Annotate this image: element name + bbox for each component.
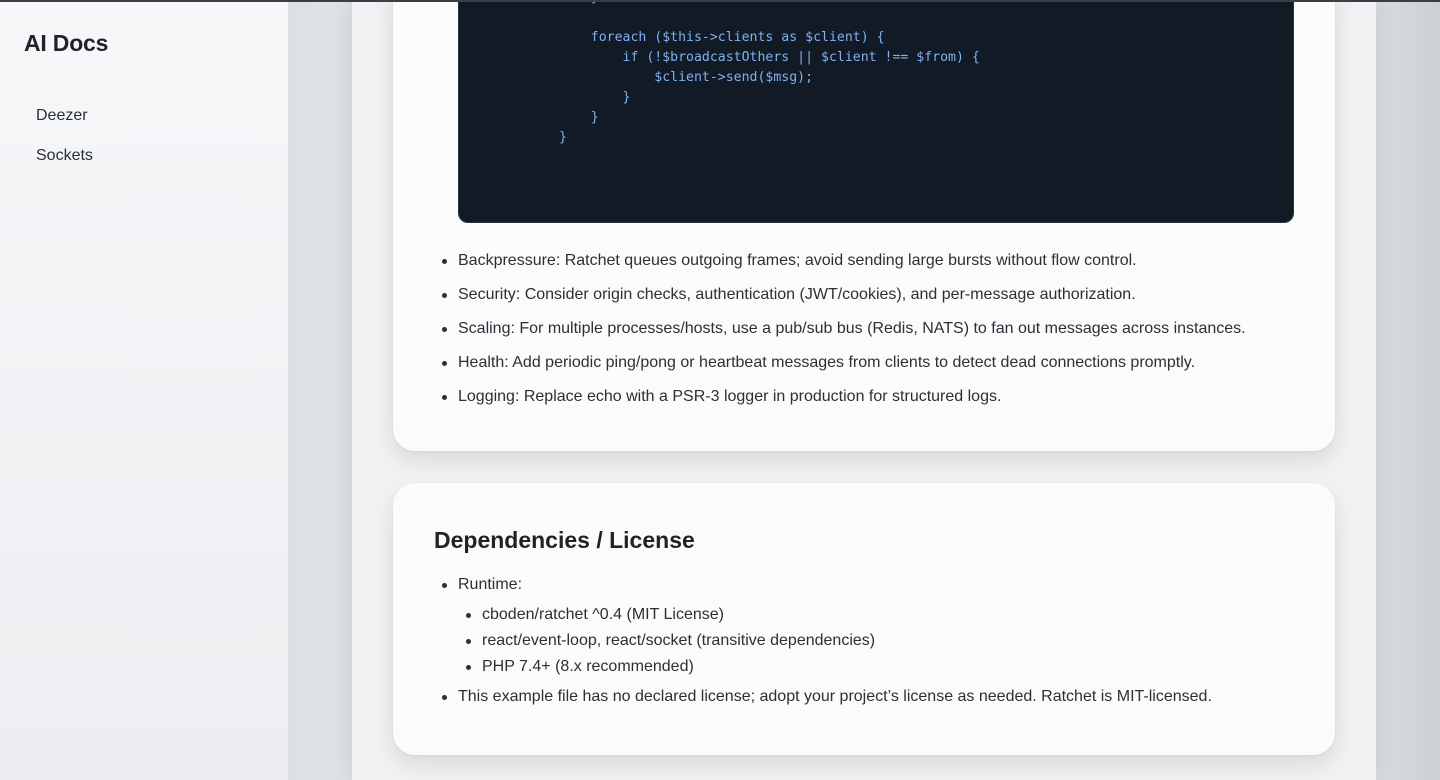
runtime-sublist: cboden/ratchet ^0.4 (MIT License) react/… <box>458 604 1212 678</box>
list-item: Health: Add periodic ping/pong or heartb… <box>442 352 1246 374</box>
list-item: Logging: Replace echo with a PSR-3 logge… <box>442 386 1246 408</box>
dependencies-list: Runtime: cboden/ratchet ^0.4 (MIT Licens… <box>442 574 1212 716</box>
list-item-runtime: Runtime: cboden/ratchet ^0.4 (MIT Licens… <box>442 574 1212 678</box>
section-title: Dependencies / License <box>434 527 695 553</box>
list-item: Security: Consider origin checks, authen… <box>442 284 1246 306</box>
code-line: $client->send($msg); <box>559 70 814 85</box>
runtime-label: Runtime: <box>458 576 523 593</box>
list-item: PHP 7.4+ (8.x recommended) <box>466 656 1212 678</box>
code-line: if (!$broadcastOthers || $client !== $fr… <box>559 50 980 65</box>
list-item-license: This example file has no declared licens… <box>442 686 1212 708</box>
sidebar: AI Docs Deezer Sockets <box>0 0 289 780</box>
main-content[interactable]: } foreach ($this->clients as $client) { … <box>289 0 1440 780</box>
code-line: } <box>559 110 599 125</box>
document-sheet: } foreach ($this->clients as $client) { … <box>352 0 1376 780</box>
code-block[interactable]: } foreach ($this->clients as $client) { … <box>458 0 1294 223</box>
list-item: cboden/ratchet ^0.4 (MIT License) <box>466 604 1212 626</box>
scroll-shadow <box>1376 0 1440 780</box>
code-line: foreach ($this->clients as $client) { <box>559 30 885 45</box>
code-line: } <box>559 90 631 105</box>
list-item: Scaling: For multiple processes/hosts, u… <box>442 318 1246 340</box>
list-item: react/event-loop, react/socket (transiti… <box>466 630 1212 652</box>
dependencies-card: Dependencies / License Runtime: cboden/r… <box>393 483 1335 755</box>
sidebar-item-deezer[interactable]: Deezer <box>24 100 264 132</box>
sidebar-item-sockets[interactable]: Sockets <box>24 140 264 172</box>
code-text: } foreach ($this->clients as $client) { … <box>559 0 980 148</box>
sidebar-nav: Deezer Sockets <box>24 100 264 180</box>
brand-title: AI Docs <box>24 30 109 56</box>
window-top-border <box>0 0 1440 2</box>
notes-list: Backpressure: Ratchet queues outgoing fr… <box>442 250 1246 420</box>
list-item: Backpressure: Ratchet queues outgoing fr… <box>442 250 1246 272</box>
code-line: } <box>559 130 567 145</box>
notes-card: } foreach ($this->clients as $client) { … <box>393 0 1335 451</box>
